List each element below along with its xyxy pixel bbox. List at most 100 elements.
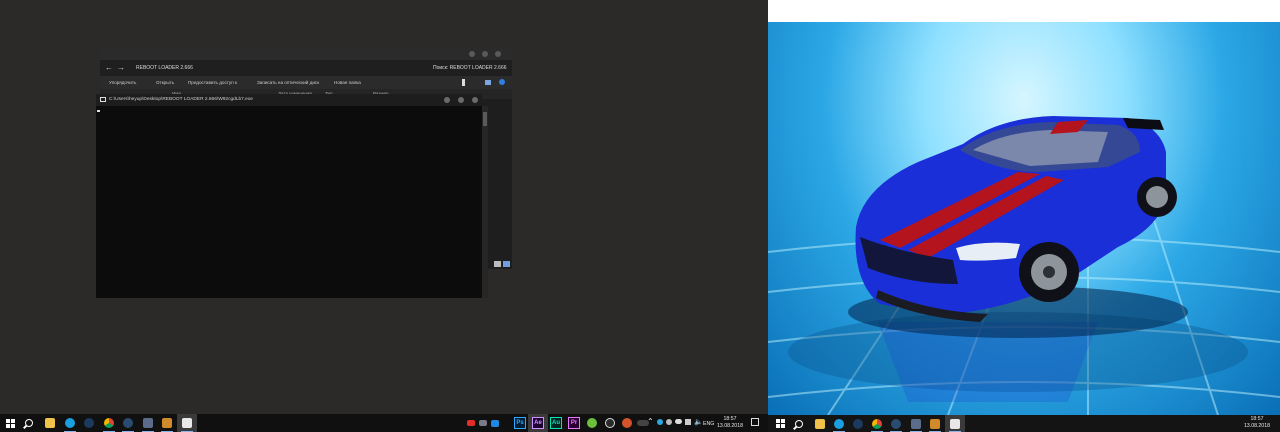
windows-start-icon [775,419,785,428]
help-icon[interactable] [499,79,505,85]
start-button[interactable] [0,414,20,432]
taskbar-window-app[interactable] [138,414,158,432]
search-icon [25,419,33,427]
app-icon [587,418,597,428]
taskbar-steam[interactable] [79,414,99,432]
close-button[interactable] [495,51,501,57]
search-button[interactable] [19,414,39,432]
skype-icon [65,418,75,428]
search-box[interactable]: Поиск: REBOOT LOADER 2.666 [433,65,507,71]
tray-icon[interactable] [666,419,672,425]
taskbar-c-app[interactable] [617,414,637,432]
start-button-right[interactable] [770,415,790,432]
taskbar-steam-2-right[interactable] [886,415,906,432]
console-title: C:\Users\heyup\Desktop\REBOOT LOADER 2.6… [109,97,253,102]
forward-arrow-icon[interactable]: → [117,63,125,72]
chrome-icon [872,418,882,429]
taskbar-console[interactable] [177,414,197,432]
console-icon [100,97,106,102]
clock-right[interactable]: 18:57 13.08.2018 [1244,416,1270,429]
language-indicator[interactable]: ENG [703,421,714,427]
chrome-icon [104,418,114,428]
right-monitor [768,0,1280,432]
taskbar-steam-2[interactable] [118,414,138,432]
taskbar-audition[interactable]: Au [546,414,566,432]
ribbon-organize[interactable]: Упорядочить [109,80,136,85]
taskbar-youtube[interactable] [465,414,477,432]
console-close-button[interactable] [472,97,478,103]
obs-icon [605,418,615,428]
taskbar-chrome[interactable] [99,414,119,432]
premiere-icon: Pr [568,417,580,429]
maximize-button[interactable] [482,51,488,57]
system-tray-right: 18:57 13.08.2018 [1238,415,1278,432]
network-icon[interactable] [685,419,691,425]
explorer-titlebar[interactable] [100,47,512,60]
search-button-right[interactable] [789,415,809,432]
mail-icon [479,420,487,426]
tray-icon[interactable] [657,419,663,425]
after-effects-icon: Ae [532,417,544,429]
notification-icon[interactable] [751,418,759,426]
explorer-address-bar: ← → REBOOT LOADER 2.666 Поиск: REBOOT LO… [100,60,512,76]
volume-icon[interactable]: 🔈 [694,418,703,426]
steam-icon [84,418,94,428]
back-arrow-icon[interactable]: ← [105,63,113,72]
ribbon-new-folder[interactable]: Новая папка [334,80,361,85]
system-tray: ⌃ 🔈 ENG 18:57 13.08.2018 [645,414,768,432]
steam-icon [891,418,901,429]
taskbar-console-right[interactable] [945,415,965,432]
folder-icon [815,418,825,429]
taskbar-explorer-right[interactable] [810,415,830,432]
left-monitor-desktop: ← → REBOOT LOADER 2.666 Поиск: REBOOT LO… [0,0,768,432]
chevron-up-icon[interactable]: ⌃ [647,417,654,426]
ribbon-burn[interactable]: Записать на оптический диск [257,80,319,85]
game-icon [930,418,940,429]
steam-icon [853,418,863,429]
audition-icon: Au [550,417,562,429]
app-icon [622,418,632,428]
car-wallpaper-scene [768,22,1280,415]
taskbar-left: Ps Ae Au Pr ⌃ 🔈 ENG 18:57 13.08.2018 [0,414,768,432]
taskbar-after-effects[interactable]: Ae [528,414,548,432]
details-view-icon[interactable] [494,261,501,267]
clock[interactable]: 18:57 13.08.2018 [717,416,743,429]
taskbar-explorer[interactable] [40,414,60,432]
tiles-view-icon[interactable] [503,261,510,267]
console-scrollbar[interactable] [482,106,488,298]
console-maximize-button[interactable] [458,97,464,103]
window-top-strip [768,0,1280,22]
taskbar-game[interactable] [157,414,177,432]
car-illustration [768,116,1280,415]
youtube-icon [467,420,475,426]
taskbar-chrome-right[interactable] [867,415,887,432]
ribbon-share[interactable]: Предоставить доступ к [188,80,237,85]
taskbar-window-app-right[interactable] [906,415,926,432]
taskbar-photoshop[interactable]: Ps [510,414,530,432]
ribbon-open[interactable]: Открыть [156,80,174,85]
taskbar-skype-right[interactable] [829,415,849,432]
taskbar-mail[interactable] [477,414,489,432]
taskbar-green-app[interactable] [582,414,602,432]
taskbar-skype[interactable] [60,414,80,432]
photoshop-icon: Ps [514,417,526,429]
console-icon [950,418,960,429]
clock-date: 13.08.2018 [717,422,743,429]
minimize-button[interactable] [469,51,475,57]
taskbar-game-right[interactable] [925,415,945,432]
address-path[interactable]: REBOOT LOADER 2.666 [136,65,193,71]
search-icon [795,419,803,428]
app-icon [491,419,499,427]
taskbar-premiere[interactable]: Pr [564,414,584,432]
view-icon[interactable] [485,80,491,85]
preview-pane-icon[interactable] [462,79,465,86]
console-window[interactable]: C:\Users\heyup\Desktop\REBOOT LOADER 2.6… [96,94,488,298]
taskbar-steam-right[interactable] [848,415,868,432]
steam-icon [123,418,133,428]
taskbar-blue-app[interactable] [489,414,501,432]
console-titlebar[interactable]: C:\Users\heyup\Desktop\REBOOT LOADER 2.6… [96,94,482,106]
console-minimize-button[interactable] [444,97,450,103]
cloud-icon[interactable] [675,419,682,424]
taskbar-right: 18:57 13.08.2018 [768,415,1280,432]
window-icon [143,418,153,428]
